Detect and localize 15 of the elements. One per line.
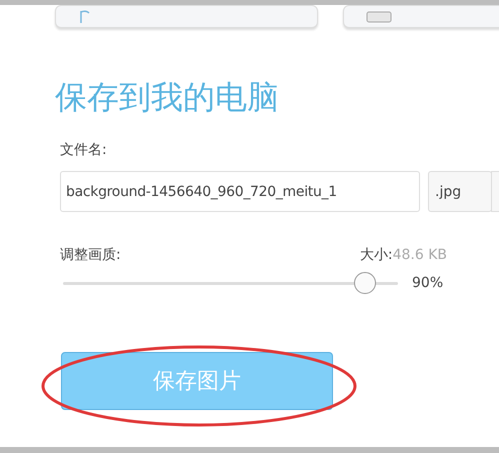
section-title: 保存到我的电脑 <box>55 77 280 117</box>
filename-label: 文件名: <box>60 141 108 159</box>
dropdown-button[interactable] <box>491 171 499 212</box>
share-button[interactable] <box>343 5 499 28</box>
size-label: 大小: <box>360 247 393 263</box>
extension-select[interactable]: .jpg <box>428 171 492 212</box>
size-value: 48.6 KB <box>392 247 447 263</box>
quality-label: 调整画质: <box>60 246 121 264</box>
share-button[interactable] <box>55 5 318 28</box>
quality-reading: 90% <box>412 275 444 291</box>
flag-icon <box>78 10 92 24</box>
slider-thumb[interactable] <box>354 272 376 294</box>
tray-icon <box>366 10 392 24</box>
quality-slider[interactable] <box>63 272 398 294</box>
filename-field[interactable]: background-1456640_960_720_meitu_1 <box>60 171 420 212</box>
